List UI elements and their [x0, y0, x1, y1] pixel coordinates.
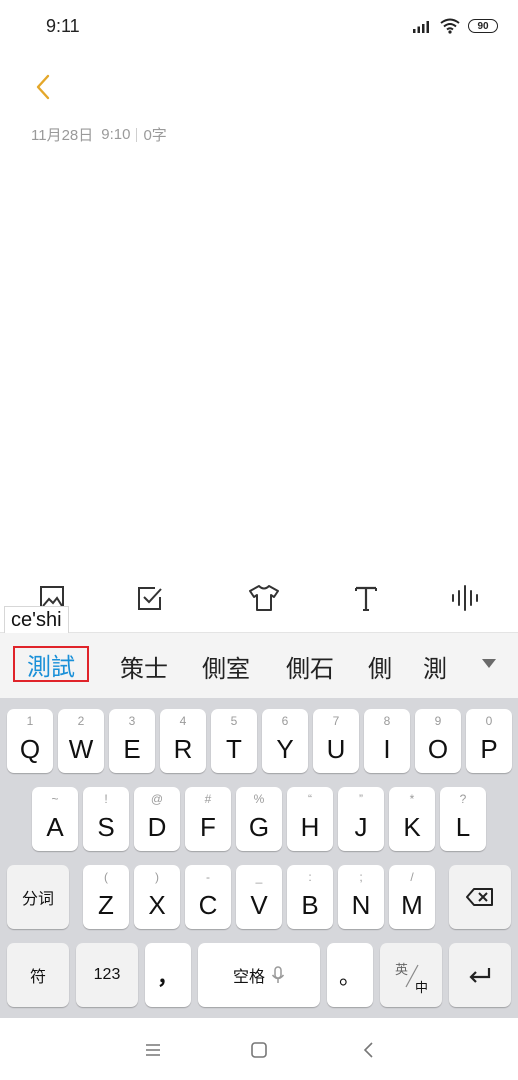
backspace-key[interactable]: [449, 865, 511, 929]
voice-record-button[interactable]: [448, 580, 484, 616]
period-key[interactable]: 。: [327, 943, 373, 1007]
number-key[interactable]: 123: [76, 943, 138, 1007]
status-icons: 90: [412, 18, 498, 34]
segment-key[interactable]: 分词: [7, 865, 69, 929]
backspace-icon: [466, 888, 493, 906]
key-h[interactable]: “H: [287, 787, 333, 851]
key-k[interactable]: * K: [389, 787, 435, 851]
system-nav-bar: [0, 1018, 518, 1080]
wifi-icon: [440, 18, 460, 34]
key-f[interactable]: # F: [185, 787, 231, 851]
microphone-icon: [271, 966, 285, 983]
key-b[interactable]: :B: [287, 865, 333, 929]
key-o[interactable]: 9O: [415, 709, 461, 773]
candidate-4[interactable]: 側石: [286, 633, 334, 699]
home-square-icon: [251, 1042, 267, 1058]
space-label: 空格: [232, 969, 265, 986]
key-z[interactable]: (Z: [83, 865, 129, 929]
menu-nav-button[interactable]: [141, 1038, 165, 1062]
text-format-icon: [355, 586, 377, 611]
key-m[interactable]: / M: [389, 865, 435, 929]
candidate-bar: 測試 策士 側室 側石 側 測: [0, 632, 518, 699]
key-p[interactable]: 0P: [466, 709, 512, 773]
space-key[interactable]: 空格: [198, 943, 320, 1007]
key-v[interactable]: _ V: [236, 865, 282, 929]
key-a[interactable]: ~ A: [32, 787, 78, 851]
key-g[interactable]: % G: [236, 787, 282, 851]
key-y[interactable]: 6Y: [262, 709, 308, 773]
signal-icon: [413, 21, 429, 33]
shirt-icon: [249, 585, 279, 611]
enter-icon: [469, 968, 491, 983]
key-j[interactable]: ” J: [338, 787, 384, 851]
candidate-6[interactable]: 測: [423, 633, 447, 699]
home-nav-button[interactable]: [247, 1038, 271, 1062]
candidate-5[interactable]: 側: [368, 633, 392, 699]
comma-key[interactable]: ，: [145, 943, 191, 1007]
enter-key[interactable]: [449, 943, 511, 1007]
key-n[interactable]: ; N: [338, 865, 384, 929]
back-button[interactable]: [28, 70, 58, 104]
soundwave-icon: [452, 585, 478, 611]
key-c[interactable]: -C: [185, 865, 231, 929]
key-l[interactable]: ? L: [440, 787, 486, 851]
key-s[interactable]: ! S: [83, 787, 129, 851]
battery-indicator: 90: [468, 19, 498, 33]
chevron-left-icon: [36, 74, 50, 100]
note-meta: 11月28日 9:10 0字: [31, 124, 167, 145]
insert-checklist-button[interactable]: [132, 580, 168, 616]
candidate-2[interactable]: 策士: [120, 633, 168, 699]
key-r[interactable]: 4R: [160, 709, 206, 773]
word-count: 0字: [143, 127, 167, 144]
candidate-3[interactable]: 側室: [202, 633, 250, 699]
status-bar: 9:11 90: [0, 0, 518, 56]
expand-candidates-icon[interactable]: [482, 659, 496, 668]
menu-icon: [146, 1044, 160, 1056]
key-x[interactable]: ) X: [134, 865, 180, 929]
key-w[interactable]: 2W: [58, 709, 104, 773]
pinyin-composition: ce'shi: [4, 606, 69, 633]
key-e[interactable]: 3E: [109, 709, 155, 773]
soft-keyboard: 1Q 2W 3E 4R 5T 6Y 7U 8I 9O 0P ~ A ! S @ D #…: [0, 698, 518, 1018]
key-q[interactable]: 1Q: [7, 709, 53, 773]
note-time: 9:10: [101, 126, 131, 143]
key-u[interactable]: 7U: [313, 709, 359, 773]
status-time: 9:11: [46, 16, 80, 36]
text-format-button[interactable]: [348, 580, 384, 616]
back-chevron-icon: [363, 1042, 373, 1058]
key-i[interactable]: 8I: [364, 709, 410, 773]
note-date: 11月28日: [31, 127, 94, 144]
note-body-editor[interactable]: [30, 160, 490, 560]
key-d[interactable]: @ D: [134, 787, 180, 851]
symbol-key[interactable]: 符: [7, 943, 69, 1007]
language-switch-key[interactable]: 英 中: [380, 943, 442, 1007]
back-nav-button[interactable]: [357, 1038, 381, 1062]
meta-divider: [136, 127, 138, 142]
key-t[interactable]: 5T: [211, 709, 257, 773]
candidate-1[interactable]: 測試: [13, 646, 89, 682]
editor-toolbar: [0, 576, 518, 624]
theme-button[interactable]: [246, 580, 282, 616]
checkbox-icon: [138, 587, 162, 610]
